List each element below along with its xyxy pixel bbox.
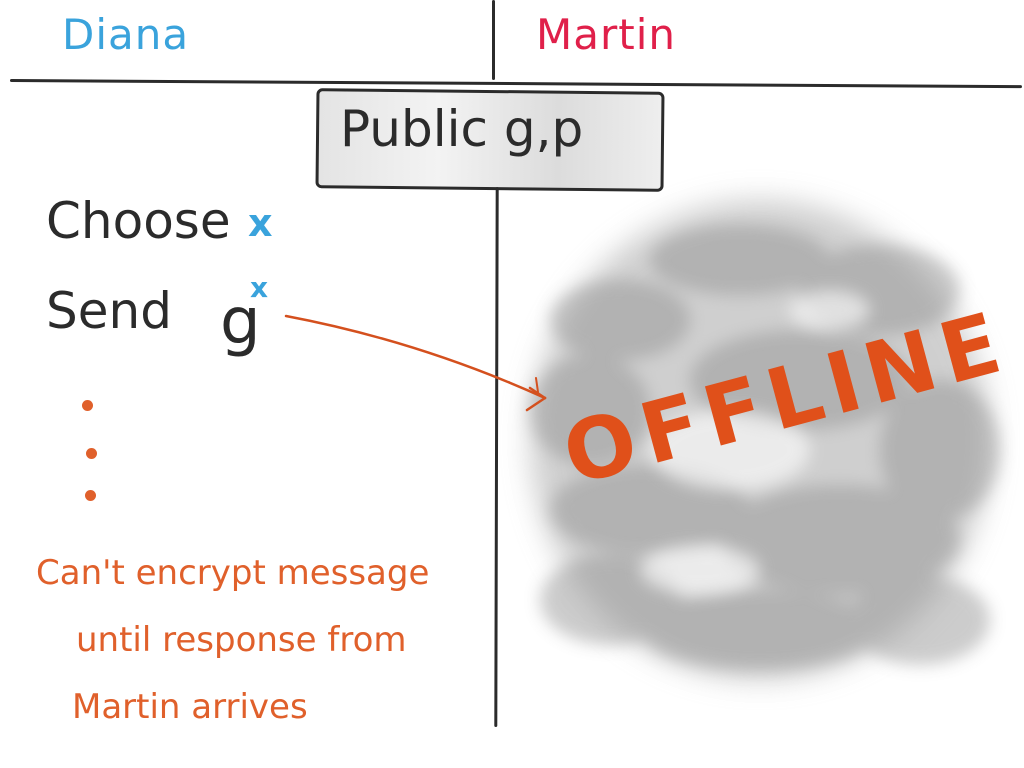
header-column-divider xyxy=(492,0,495,80)
ellipsis-dot xyxy=(86,448,97,459)
ellipsis-dot xyxy=(85,490,96,501)
note-line: Can't encrypt message xyxy=(36,553,430,593)
note-line: until response from xyxy=(76,620,407,660)
step-send-exponent: x xyxy=(250,271,269,304)
public-params-label: Public g,p xyxy=(340,100,584,158)
annotation-note: Can't encrypt message until response fro… xyxy=(36,540,476,741)
note-line: Martin arrives xyxy=(72,687,308,727)
diagram-canvas: Diana Martin Public g,p Choose x Send g … xyxy=(0,0,1024,768)
header-divider xyxy=(9,79,1022,89)
step-choose-variable: x xyxy=(248,201,273,245)
step-send-label: Send xyxy=(46,282,172,340)
party-name-martin: Martin xyxy=(536,10,676,59)
party-name-diana: Diana xyxy=(62,10,190,59)
step-choose-label: Choose xyxy=(46,192,231,250)
column-divider xyxy=(494,186,499,728)
ellipsis-dot xyxy=(82,400,93,411)
